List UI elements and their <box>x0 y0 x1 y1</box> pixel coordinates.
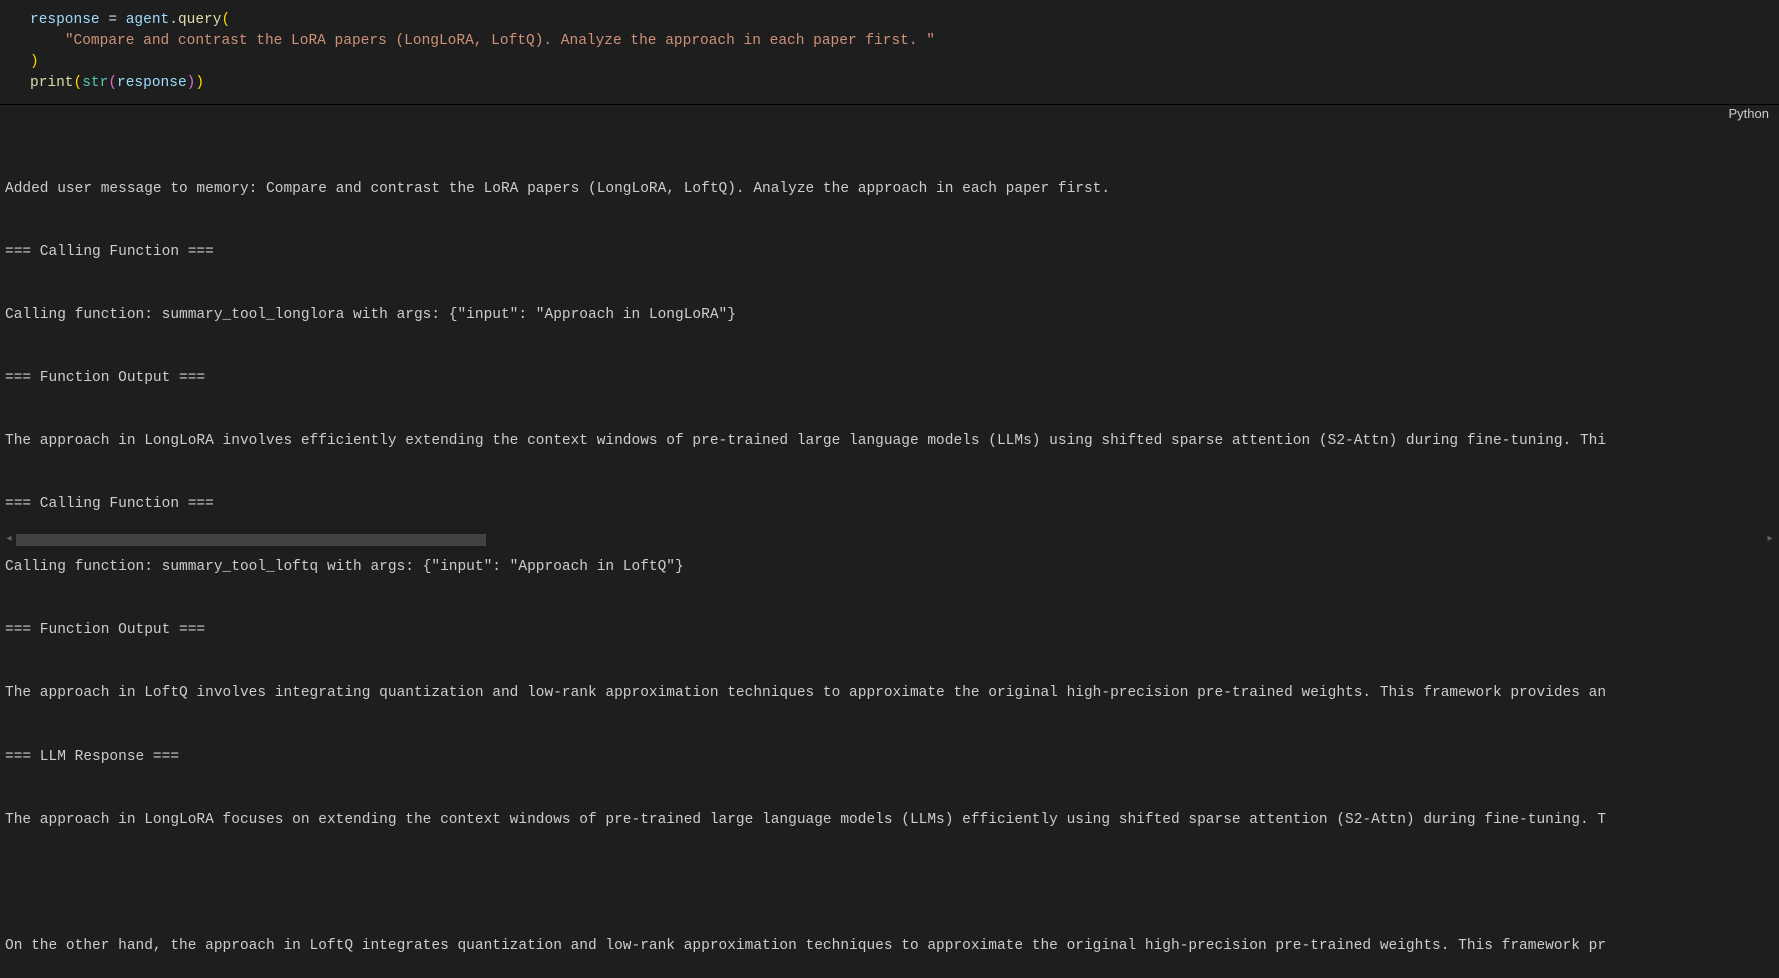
code-line-2[interactable]: "Compare and contrast the LoRA papers (L… <box>30 31 1779 52</box>
output-blank-line <box>5 873 1779 894</box>
token-paren-open: ( <box>74 75 83 91</box>
token-indent <box>30 33 65 49</box>
language-label: Python <box>1729 105 1769 124</box>
scroll-right-arrow-icon[interactable]: ▸ <box>1765 535 1775 545</box>
token-variable: response <box>30 12 100 28</box>
token-paren-close: ) <box>195 75 204 91</box>
token-variable: response <box>117 75 187 91</box>
token-paren-open: ( <box>221 12 230 28</box>
code-cell[interactable]: response = agent.query( "Compare and con… <box>0 0 1779 105</box>
output-line: === Function Output === <box>5 368 1779 389</box>
output-line: === Function Output === <box>5 620 1779 641</box>
scrollbar-thumb[interactable] <box>16 534 486 546</box>
output-line: Added user message to memory: Compare an… <box>5 179 1779 200</box>
token-paren-close: ) <box>30 54 39 70</box>
code-line-4[interactable]: print(str(response)) <box>30 73 1779 94</box>
code-line-3[interactable]: ) <box>30 52 1779 73</box>
output-line: The approach in LongLoRA involves effici… <box>5 431 1779 452</box>
scrollbar-track[interactable] <box>16 534 1763 546</box>
output-line: Calling function: summary_tool_loftq wit… <box>5 557 1779 578</box>
output-line: === Calling Function === <box>5 242 1779 263</box>
scroll-left-arrow-icon[interactable]: ◂ <box>4 535 14 545</box>
token-variable: agent <box>126 12 170 28</box>
token-dot: . <box>169 12 178 28</box>
output-line: On the other hand, the approach in LoftQ… <box>5 936 1779 957</box>
token-paren-open-inner: ( <box>108 75 117 91</box>
token-builtin-str: str <box>82 75 108 91</box>
output-line: The approach in LongLoRA focuses on exte… <box>5 810 1779 831</box>
output-line: Calling function: summary_tool_longlora … <box>5 305 1779 326</box>
token-function: query <box>178 12 222 28</box>
horizontal-scrollbar[interactable]: ◂ ▸ <box>4 533 1775 547</box>
token-builtin-print: print <box>30 75 74 91</box>
output-line: === Calling Function === <box>5 494 1779 515</box>
output-line: The approach in LoftQ involves integrati… <box>5 683 1779 704</box>
code-line-1[interactable]: response = agent.query( <box>30 10 1779 31</box>
token-string: "Compare and contrast the LoRA papers (L… <box>65 33 935 49</box>
token-operator: = <box>100 12 126 28</box>
output-cell: Added user message to memory: Compare an… <box>0 127 1779 978</box>
output-line: === LLM Response === <box>5 747 1779 768</box>
